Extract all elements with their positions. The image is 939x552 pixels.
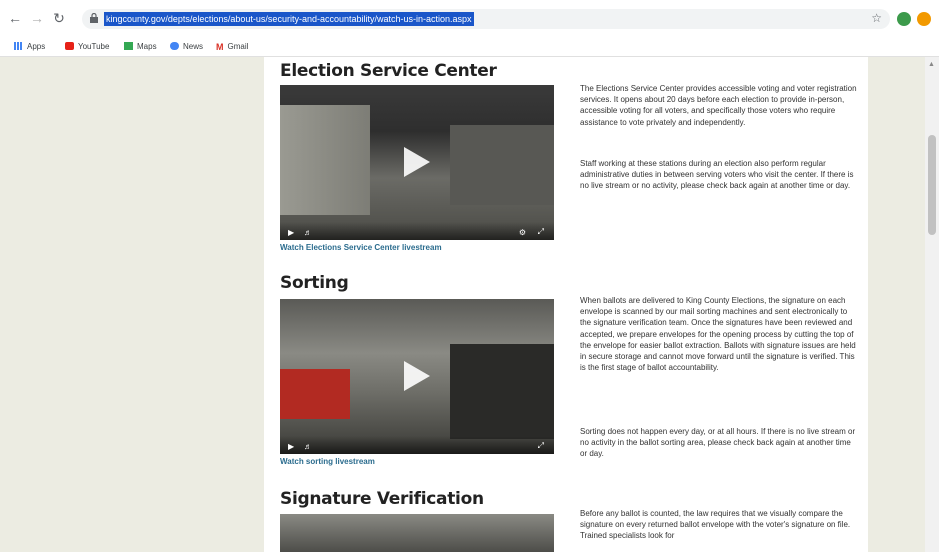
bookmark-gmail[interactable]: M Gmail <box>216 39 248 53</box>
page-viewport: Election Service Center ▶ ♬ ⤢ ⚙ Watch El… <box>0 57 925 552</box>
play-small-icon[interactable]: ▶ <box>288 228 294 237</box>
browser-toolbar: ← → ↻ kingcounty.gov/depts/elections/abo… <box>0 0 939 36</box>
apps-grid-icon <box>14 42 23 50</box>
volume-icon[interactable]: ♬ <box>304 228 312 237</box>
bookmarks-bar: Apps YouTube Maps News M Gmail <box>0 36 939 57</box>
gmail-icon: M <box>216 42 224 52</box>
volume-icon[interactable]: ♬ <box>304 442 312 451</box>
news-icon <box>170 42 179 50</box>
bookmark-star-icon[interactable]: ☆ <box>871 11 882 25</box>
bookmark-label: Maps <box>137 41 157 51</box>
reload-icon[interactable]: ↻ <box>50 9 68 27</box>
lock-icon <box>90 13 98 23</box>
address-bar[interactable]: kingcounty.gov/depts/elections/about-us/… <box>82 9 890 29</box>
play-icon[interactable] <box>404 361 430 391</box>
extension-icon[interactable] <box>897 12 911 26</box>
video-scene-machines <box>450 344 554 439</box>
section-paragraph: Staff working at these stations during a… <box>580 159 854 191</box>
section-paragraph: Sorting does not happen every day, or at… <box>580 427 856 459</box>
bookmark-label: YouTube <box>78 41 110 51</box>
scrollbar-thumb[interactable] <box>928 135 936 235</box>
url-text: kingcounty.gov/depts/elections/about-us/… <box>104 12 474 26</box>
section-paragraph: When ballots are delivered to King Count… <box>580 296 856 373</box>
bookmark-news[interactable]: News <box>170 39 203 53</box>
livestream-link-sorting[interactable]: Watch sorting livestream <box>280 457 375 466</box>
fullscreen-icon[interactable]: ⤢ <box>538 227 544 237</box>
video-scene-room <box>450 125 554 205</box>
bookmark-maps[interactable]: Maps <box>124 39 157 53</box>
bookmark-apps[interactable]: Apps <box>14 39 45 53</box>
settings-gear-icon[interactable]: ⚙ <box>519 228 526 237</box>
maps-icon <box>124 42 133 50</box>
fullscreen-icon[interactable]: ⤢ <box>538 441 544 451</box>
section-paragraph: Before any ballot is counted, the law re… <box>580 509 851 541</box>
main-content: Election Service Center ▶ ♬ ⤢ ⚙ Watch El… <box>264 57 868 552</box>
back-arrow-icon[interactable]: ← <box>6 9 24 27</box>
bookmark-label: News <box>183 41 204 51</box>
section-heading-signature-verification: Signature Verification <box>280 489 484 509</box>
video-scene-wall <box>280 105 370 215</box>
video-scene-bins <box>280 369 350 419</box>
scroll-up-arrow-icon[interactable]: ▲ <box>928 61 935 68</box>
bookmark-label: Gmail <box>227 41 249 51</box>
video-player-election-service-center[interactable]: ▶ ♬ ⤢ ⚙ <box>280 85 554 240</box>
video-player-sorting[interactable]: ▶ ♬ ⤢ <box>280 299 554 454</box>
video-controls: ▶ ♬ ⤢ ⚙ <box>280 222 554 240</box>
section-paragraph: The Elections Service Center provides ac… <box>580 84 857 127</box>
forward-arrow-icon[interactable]: → <box>28 9 46 27</box>
bookmark-label: Apps <box>27 41 46 51</box>
youtube-icon <box>65 42 74 50</box>
video-controls: ▶ ♬ ⤢ <box>280 436 554 454</box>
livestream-link-election-service-center[interactable]: Watch Elections Service Center livestrea… <box>280 243 442 252</box>
profile-avatar[interactable] <box>917 12 931 26</box>
section-heading-election-service-center: Election Service Center <box>280 61 497 81</box>
play-icon[interactable] <box>404 147 430 177</box>
video-player-signature-verification[interactable] <box>280 514 554 552</box>
bookmark-youtube[interactable]: YouTube <box>65 39 109 53</box>
vertical-scrollbar[interactable]: ▲ <box>925 57 939 552</box>
section-heading-sorting: Sorting <box>280 273 349 293</box>
play-small-icon[interactable]: ▶ <box>288 442 294 451</box>
